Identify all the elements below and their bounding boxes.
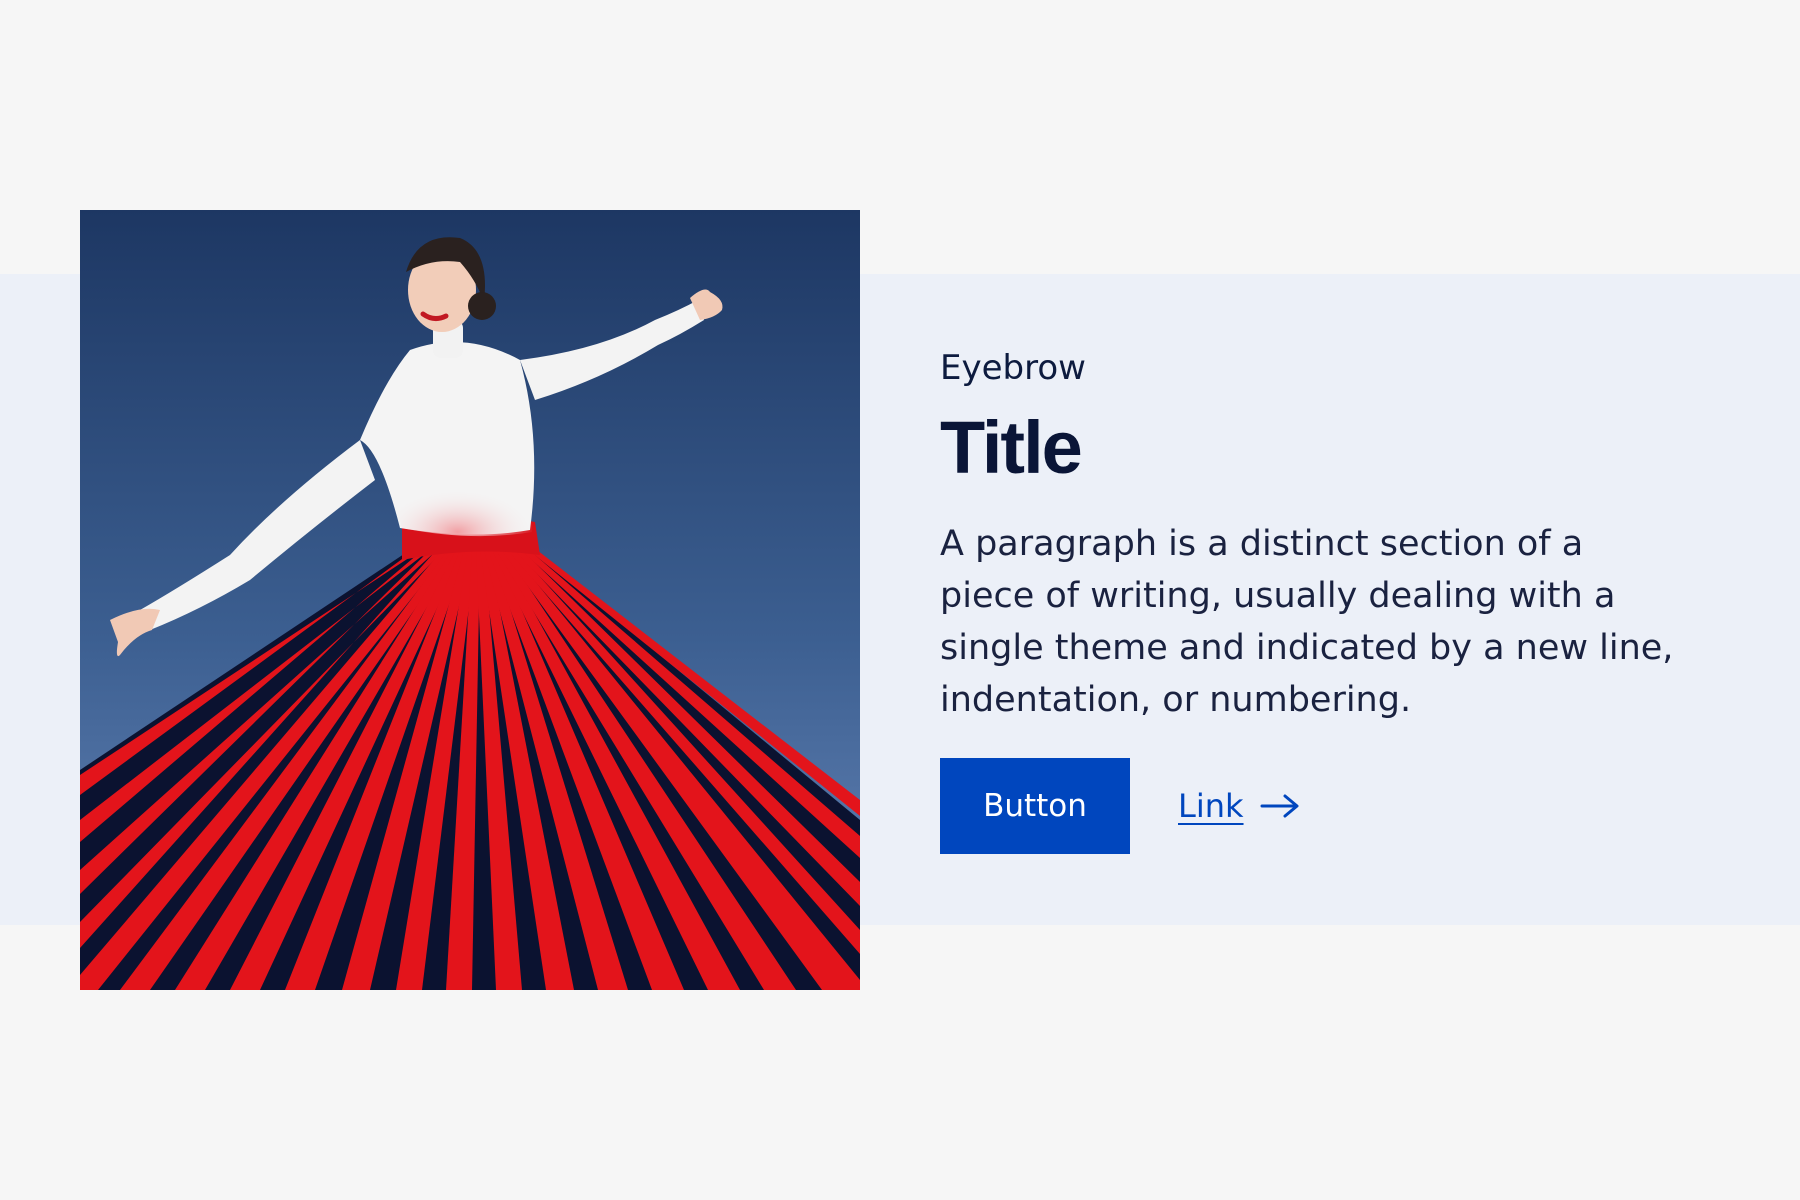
page-title: Title — [940, 405, 1083, 489]
hero-content: Eyebrow Title A paragraph is a distinct … — [940, 340, 1700, 855]
hero-link[interactable]: Link — [1178, 787, 1300, 825]
hero-image — [80, 210, 860, 990]
hero-paragraph: A paragraph is a distinct section of a p… — [940, 524, 1674, 721]
arrow-right-icon — [1260, 794, 1299, 818]
hero-link-label: Link — [1178, 787, 1244, 826]
hero-actions: Button Link — [940, 758, 1700, 855]
eyebrow: Eyebrow — [940, 348, 1086, 388]
primary-button[interactable]: Button — [940, 758, 1130, 855]
dancer-illustration — [80, 210, 860, 990]
